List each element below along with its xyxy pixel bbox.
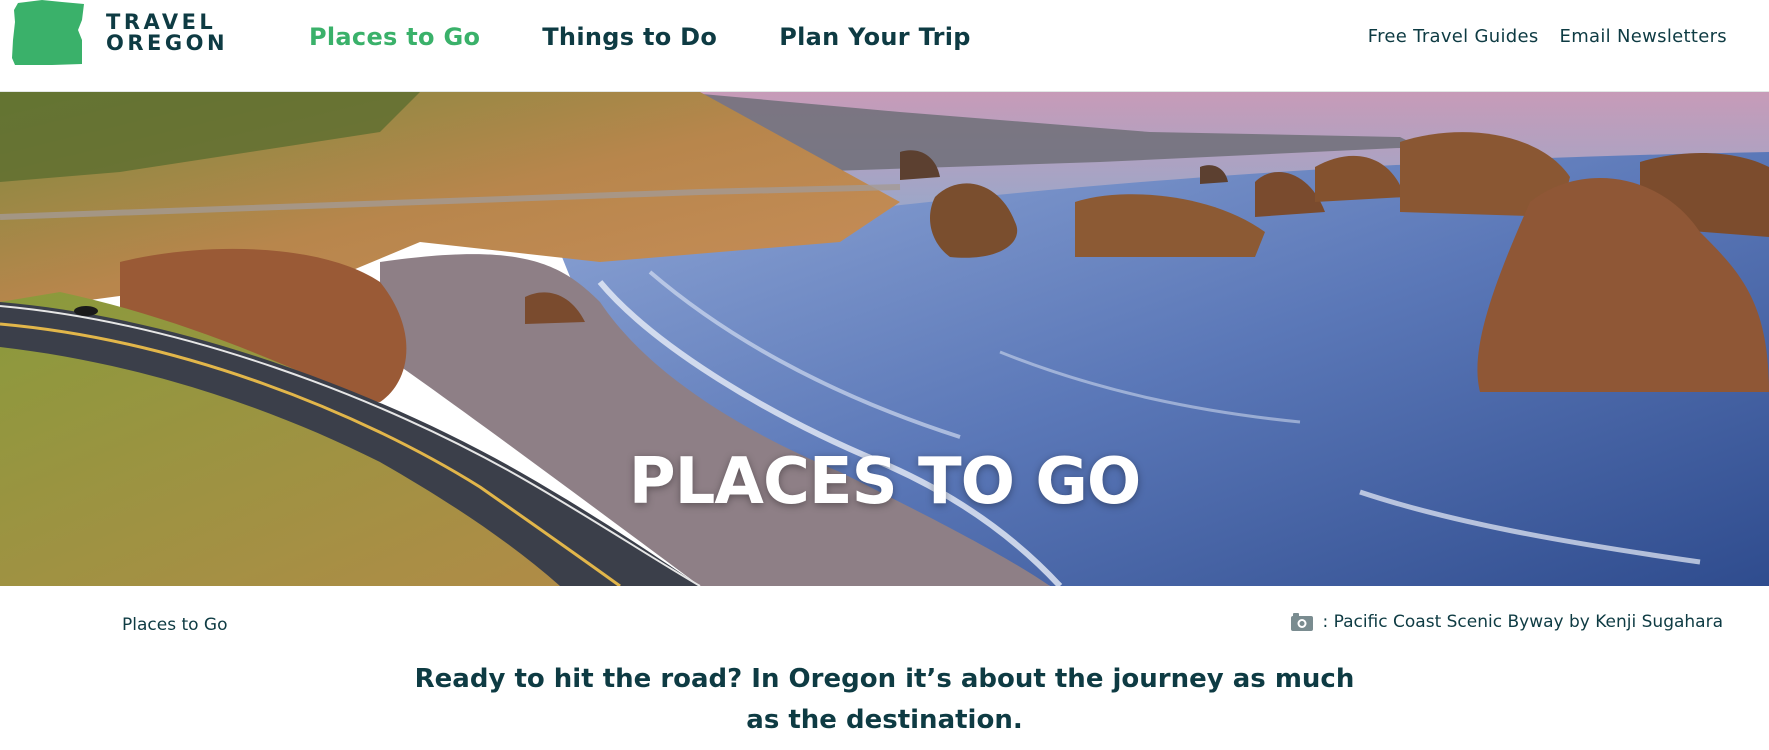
nav-plan-your-trip[interactable]: Plan Your Trip <box>779 20 971 54</box>
free-travel-guides-link[interactable]: Free Travel Guides <box>1368 26 1539 47</box>
hero-title: PLACES TO GO <box>628 445 1142 519</box>
hero-banner: PLACES TO GO <box>0 92 1769 586</box>
nav-things-to-do[interactable]: Things to Do <box>542 20 717 54</box>
photo-credit-text: : Pacific Coast Scenic Byway by Kenji Su… <box>1322 612 1723 632</box>
intro-heading: Ready to hit the road? In Oregon it’s ab… <box>414 664 1355 735</box>
photo-credit: : Pacific Coast Scenic Byway by Kenji Su… <box>1290 612 1723 632</box>
breadcrumb[interactable]: Places to Go <box>122 615 228 635</box>
logo-wordmark: TRAVEL OREGON <box>106 12 228 54</box>
utility-navigation: Free Travel Guides Email Newsletters <box>1368 26 1727 47</box>
main-navigation: Places to Go Things to Do Plan Your Trip <box>309 20 971 54</box>
nav-places-to-go[interactable]: Places to Go <box>309 20 480 54</box>
travel-oregon-logo[interactable]: TRAVEL OREGON <box>12 0 225 70</box>
oregon-state-icon <box>12 0 84 65</box>
logo-line-2: OREGON <box>106 31 229 55</box>
sub-bar: Places to Go : Pacific Coast Scenic Bywa… <box>0 586 1769 656</box>
email-newsletters-link[interactable]: Email Newsletters <box>1560 26 1727 47</box>
site-header: TRAVEL OREGON Places to Go Things to Do … <box>0 0 1769 92</box>
camera-icon[interactable] <box>1290 612 1314 632</box>
